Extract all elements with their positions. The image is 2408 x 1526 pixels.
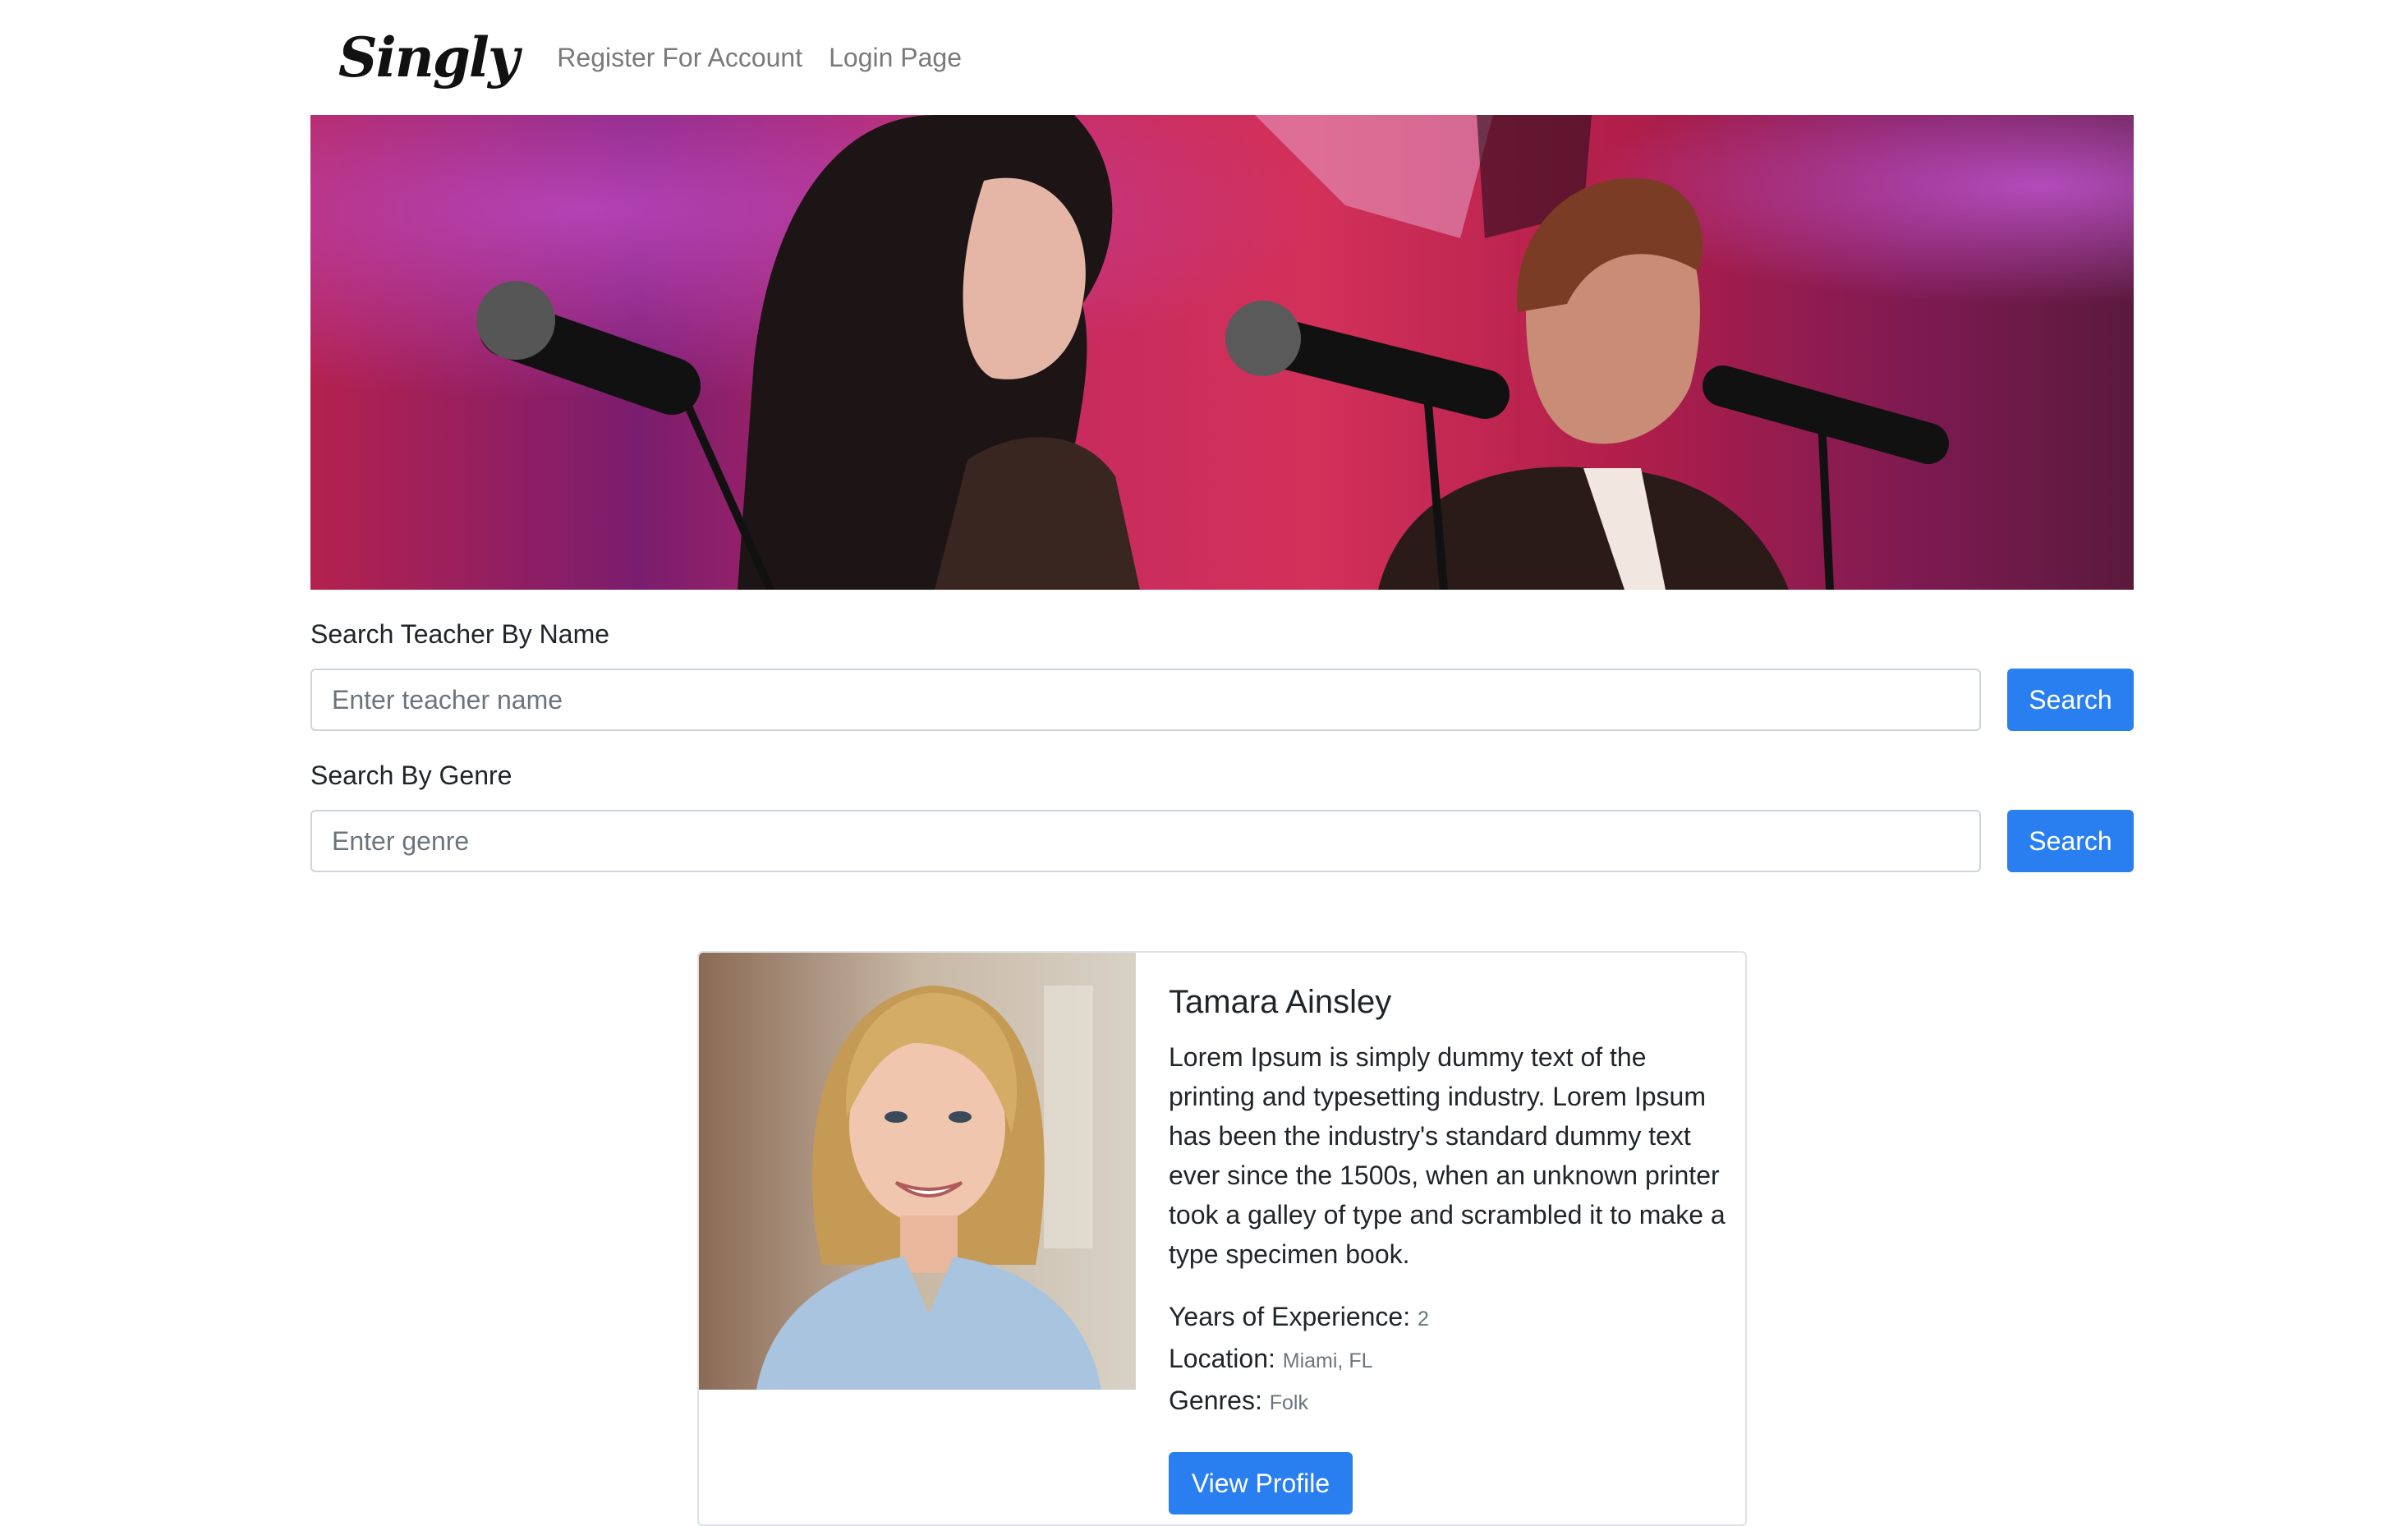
hero-image (310, 115, 2134, 590)
nav-link-login[interactable]: Login Page (829, 43, 962, 73)
experience-label: Years of Experience: (1169, 1302, 1411, 1331)
genres-row: Genres: Folk (1169, 1381, 1727, 1423)
location-row: Location: Miami, FL (1169, 1339, 1727, 1381)
teacher-card: Tamara Ainsley Lorem Ipsum is simply dum… (697, 951, 1747, 1526)
search-name-button[interactable]: Search (2007, 669, 2134, 731)
location-label: Location: (1169, 1344, 1275, 1373)
hero-illustration (310, 115, 2134, 590)
teacher-portrait-illustration (699, 953, 1136, 1390)
page: Singly Register For Account Login Page S… (0, 0, 2408, 1526)
brand-logo[interactable]: Singly (338, 25, 519, 90)
location-value: Miami, FL (1282, 1349, 1373, 1372)
nav-link-register[interactable]: Register For Account (557, 43, 802, 73)
teacher-name: Tamara Ainsley (1169, 984, 1392, 1020)
search-name-label: Search Teacher By Name (310, 619, 610, 649)
search-genre-button[interactable]: Search (2007, 810, 2134, 872)
search-genre-label: Search By Genre (310, 761, 512, 790)
navbar: Singly Register For Account Login Page (310, 0, 2134, 115)
search-genre-input[interactable] (310, 810, 1981, 872)
teacher-photo (699, 953, 1136, 1390)
teacher-bio: Lorem Ipsum is simply dummy text of the … (1169, 1042, 1726, 1269)
genres-value: Folk (1269, 1391, 1308, 1414)
view-profile-button[interactable]: View Profile (1169, 1452, 1353, 1515)
experience-row: Years of Experience: 2 (1169, 1297, 1727, 1339)
experience-value: 2 (1418, 1308, 1429, 1331)
search-name-input[interactable] (310, 669, 1981, 731)
genres-label: Genres: (1169, 1386, 1262, 1415)
teacher-card-body: Tamara Ainsley Lorem Ipsum is simply dum… (1169, 984, 1727, 1423)
